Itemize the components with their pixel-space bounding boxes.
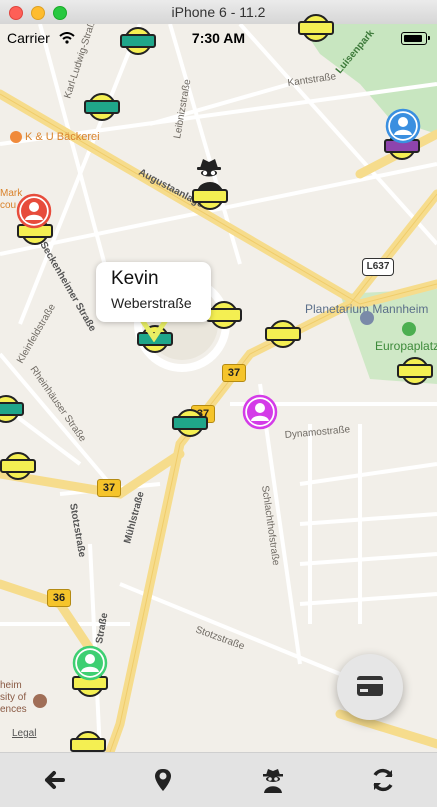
status-bar: Carrier 7:30 AM — [0, 24, 437, 50]
spy-icon[interactable] — [194, 156, 224, 190]
user-pin-icon[interactable] — [242, 394, 278, 430]
svg-text:cou: cou — [0, 200, 16, 211]
road-badge: 37 — [222, 364, 246, 382]
payment-button[interactable] — [337, 654, 403, 720]
svg-text:ences: ences — [0, 704, 27, 715]
svg-text:K & U Bäckerei: K & U Bäckerei — [25, 131, 100, 143]
svg-text:sity of: sity of — [0, 692, 26, 703]
user-pin-icon[interactable] — [16, 193, 52, 229]
callout-name: Kevin — [111, 268, 159, 289]
user-pin-icon[interactable] — [385, 108, 421, 144]
road-badge: 37 — [97, 479, 121, 497]
user-pin-icon[interactable] — [72, 645, 108, 681]
road-badge: 36 — [47, 589, 71, 607]
legal-link: Legal — [12, 728, 36, 739]
vehicle-marker-icon[interactable] — [0, 393, 26, 425]
vehicle-marker-icon[interactable] — [263, 318, 303, 350]
window-title: iPhone 6 - 11.2 — [171, 4, 266, 20]
svg-text:heim: heim — [0, 680, 22, 691]
status-time: 7:30 AM — [191, 30, 246, 46]
vehicle-marker-icon[interactable] — [170, 407, 210, 439]
battery-tip — [428, 36, 430, 40]
arrow-left-icon[interactable] — [38, 763, 72, 797]
svg-text:Europaplatz: Europaplatz — [375, 339, 437, 353]
battery-icon — [401, 32, 427, 45]
callout-street: Weberstraße — [111, 295, 192, 311]
window-titlebar: iPhone 6 - 11.2 — [0, 0, 437, 25]
credit-card-icon — [357, 676, 383, 696]
bottom-toolbar — [0, 752, 437, 807]
map-canvas: Karl-Ludwig-Straße Leibnizstraße Augusta… — [0, 14, 437, 757]
road-sign: L637 — [362, 258, 394, 276]
spy-icon[interactable] — [256, 763, 290, 797]
vehicle-marker-icon[interactable] — [395, 355, 435, 387]
map-view[interactable]: Karl-Ludwig-Straße Leibnizstraße Augusta… — [0, 14, 437, 757]
vehicle-marker-icon[interactable] — [0, 450, 38, 482]
user-callout[interactable]: Kevin Weberstraße — [96, 262, 211, 322]
refresh-icon[interactable] — [366, 763, 400, 797]
vehicle-marker-icon[interactable] — [82, 91, 122, 123]
location-pin-icon[interactable] — [146, 763, 180, 797]
